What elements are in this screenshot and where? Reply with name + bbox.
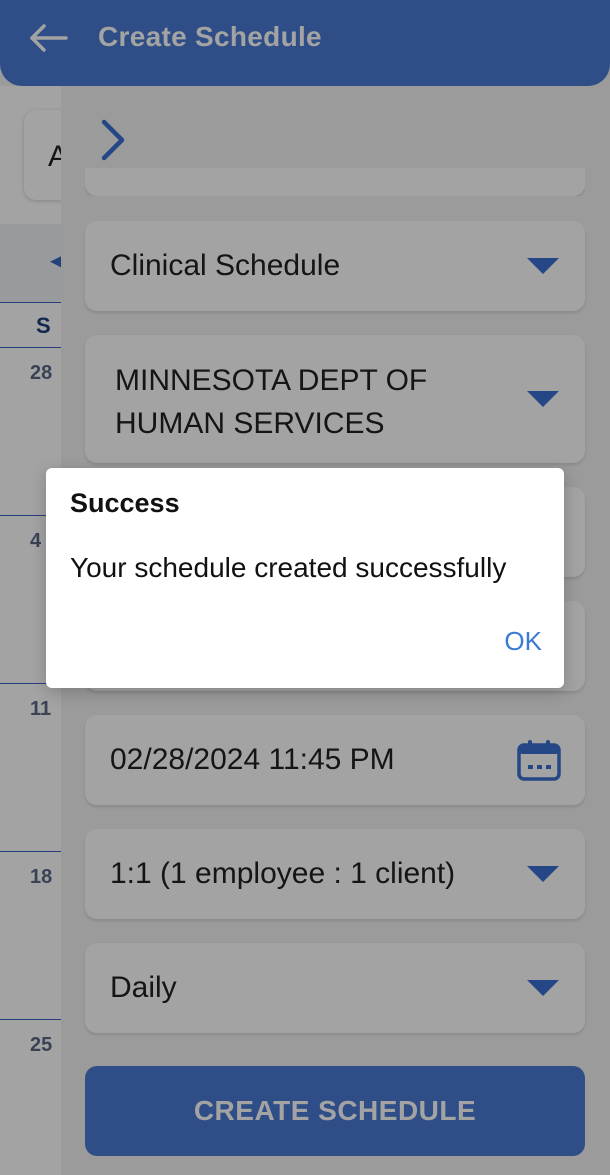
ok-button[interactable]: OK: [502, 622, 544, 661]
dialog-title: Success: [70, 488, 180, 518]
success-dialog: Success Your schedule created successful…: [46, 468, 564, 688]
dialog-message: Your schedule created successfully: [70, 552, 507, 583]
